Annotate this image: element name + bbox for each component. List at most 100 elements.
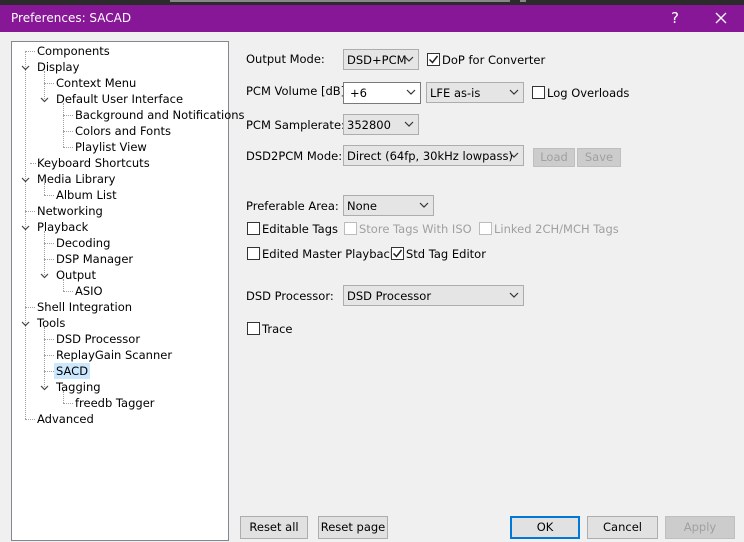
tree-item-asio[interactable]: ASIO bbox=[75, 283, 103, 299]
tree-item-context-menu[interactable]: Context Menu bbox=[56, 75, 136, 91]
tree-item-freedb-tagger[interactable]: freedb Tagger bbox=[75, 395, 155, 411]
tree-line bbox=[25, 51, 26, 419]
tree-line bbox=[63, 103, 64, 147]
tree-expand-icon[interactable] bbox=[40, 383, 49, 392]
tree-item-dsp-manager[interactable]: DSP Manager bbox=[56, 251, 133, 267]
pcm-samplerate-select[interactable]: 352800 bbox=[343, 114, 419, 135]
reset-all-button[interactable]: Reset all bbox=[240, 516, 308, 539]
std-tag-editor-checkbox[interactable] bbox=[391, 247, 404, 260]
tree-item-playlist-view[interactable]: Playlist View bbox=[75, 139, 147, 155]
linked-tags-checkbox[interactable] bbox=[479, 222, 492, 235]
tree-item-keyboard-shortcuts[interactable]: Keyboard Shortcuts bbox=[37, 155, 150, 171]
tree-line bbox=[63, 291, 73, 292]
tree-item-networking[interactable]: Networking bbox=[37, 203, 103, 219]
pcm-samplerate-value: 352800 bbox=[347, 118, 391, 132]
background-text-fragment bbox=[520, 0, 526, 2]
tree-item-display[interactable]: Display bbox=[37, 59, 79, 75]
tree-line bbox=[63, 115, 73, 116]
preferable-area-select[interactable]: None bbox=[343, 195, 434, 216]
close-icon bbox=[715, 12, 727, 24]
background-text-fragment bbox=[170, 0, 510, 2]
save-button[interactable]: Save bbox=[577, 148, 621, 167]
tree-expand-icon[interactable] bbox=[40, 271, 49, 280]
linked-tags-label: Linked 2CH/MCH Tags bbox=[494, 222, 619, 236]
tree-line bbox=[25, 307, 35, 308]
close-button[interactable] bbox=[698, 5, 744, 32]
tree-item-media-library[interactable]: Media Library bbox=[37, 171, 115, 187]
dsd-processor-select[interactable]: DSD Processor bbox=[343, 285, 524, 306]
reset-page-button[interactable]: Reset page bbox=[318, 516, 388, 539]
tree-line bbox=[44, 327, 45, 387]
output-mode-select[interactable]: DSD+PCM bbox=[343, 49, 419, 70]
tree-item-background-notifications[interactable]: Background and Notifications bbox=[75, 107, 245, 123]
tree-expand-icon[interactable] bbox=[40, 95, 49, 104]
tree-line bbox=[44, 195, 54, 196]
tree-expand-icon[interactable] bbox=[21, 175, 30, 184]
chevron-down-icon bbox=[509, 89, 519, 95]
tree-item-tools[interactable]: Tools bbox=[37, 315, 65, 331]
tree-line bbox=[63, 403, 73, 404]
dsd2pcm-mode-label: DSD2PCM Mode: bbox=[246, 149, 343, 163]
editable-tags-checkbox[interactable] bbox=[247, 222, 260, 235]
tree-item-tagging[interactable]: Tagging bbox=[56, 379, 101, 395]
tree-line bbox=[44, 231, 45, 275]
tree-line bbox=[25, 211, 35, 212]
tree-item-decoding[interactable]: Decoding bbox=[56, 235, 110, 251]
std-tag-editor-label: Std Tag Editor bbox=[406, 247, 486, 261]
apply-button[interactable]: Apply bbox=[665, 516, 735, 539]
tree-line bbox=[44, 339, 54, 340]
help-button[interactable]: ? bbox=[652, 5, 698, 32]
ok-button[interactable]: OK bbox=[510, 516, 580, 539]
tree-item-sacd[interactable]: SACD bbox=[54, 363, 91, 379]
dop-checkbox[interactable] bbox=[427, 53, 440, 66]
load-button[interactable]: Load bbox=[533, 148, 575, 167]
window-title: Preferences: SACAD bbox=[11, 11, 132, 25]
chevron-down-icon bbox=[419, 202, 429, 208]
lfe-select[interactable]: LFE as-is bbox=[426, 82, 524, 103]
dsd-processor-label: DSD Processor: bbox=[246, 289, 334, 303]
tree-item-output[interactable]: Output bbox=[56, 267, 96, 283]
chevron-down-icon bbox=[406, 89, 416, 95]
checkmark-icon bbox=[428, 55, 439, 64]
tree-item-colors-fonts[interactable]: Colors and Fonts bbox=[75, 123, 171, 139]
tree-line bbox=[44, 243, 54, 244]
tree-expand-icon[interactable] bbox=[21, 223, 30, 232]
tree-item-album-list[interactable]: Album List bbox=[56, 187, 117, 203]
cancel-button[interactable]: Cancel bbox=[587, 516, 658, 539]
tree-item-replaygain-scanner[interactable]: ReplayGain Scanner bbox=[56, 347, 172, 363]
tree-item-default-user-interface[interactable]: Default User Interface bbox=[56, 91, 183, 107]
chevron-down-icon bbox=[404, 56, 414, 62]
trace-label: Trace bbox=[262, 322, 293, 336]
lfe-value: LFE as-is bbox=[430, 86, 481, 100]
edited-master-checkbox[interactable] bbox=[247, 247, 260, 260]
chevron-down-icon bbox=[509, 152, 519, 158]
edited-master-label: Edited Master Playback bbox=[262, 247, 397, 261]
preferable-area-label: Preferable Area: bbox=[246, 199, 339, 213]
store-tags-iso-checkbox[interactable] bbox=[344, 222, 357, 235]
tree-line bbox=[63, 131, 73, 132]
tree-expand-icon[interactable] bbox=[21, 63, 30, 72]
tree-line bbox=[44, 83, 54, 84]
tree-expand-icon[interactable] bbox=[21, 319, 30, 328]
checkmark-icon bbox=[392, 249, 403, 258]
dsd2pcm-mode-select[interactable]: Direct (64fp, 30kHz lowpass) bbox=[343, 145, 524, 166]
tree-line bbox=[25, 419, 35, 420]
tree-item-advanced[interactable]: Advanced bbox=[37, 411, 94, 427]
tree-line bbox=[44, 259, 54, 260]
tree-item-shell-integration[interactable]: Shell Integration bbox=[37, 299, 132, 315]
tree-item-dsd-processor[interactable]: DSD Processor bbox=[56, 331, 140, 347]
tree-item-playback[interactable]: Playback bbox=[37, 219, 88, 235]
preferences-tree[interactable]: Components Display Context Menu Default … bbox=[11, 41, 245, 541]
preferable-area-value: None bbox=[347, 199, 378, 213]
tree-item-components[interactable]: Components bbox=[37, 43, 110, 59]
pcm-volume-value: +6 bbox=[350, 86, 367, 100]
log-overloads-checkbox[interactable] bbox=[532, 86, 545, 99]
dsd-processor-value: DSD Processor bbox=[347, 289, 432, 303]
help-icon: ? bbox=[671, 9, 679, 27]
tree-line bbox=[44, 355, 54, 356]
tree-line bbox=[63, 147, 73, 148]
pcm-volume-select[interactable]: +6 bbox=[343, 82, 421, 104]
trace-checkbox[interactable] bbox=[247, 322, 260, 335]
output-mode-value: DSD+PCM bbox=[347, 53, 407, 67]
tree-line bbox=[25, 51, 35, 52]
